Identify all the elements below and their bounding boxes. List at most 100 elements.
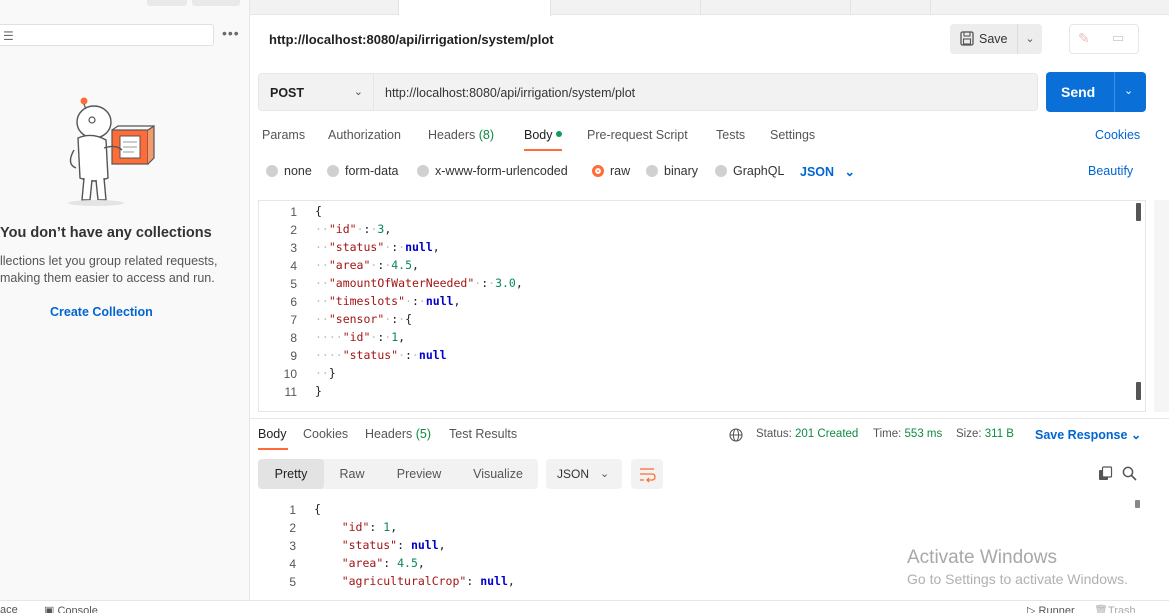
response-tab-test-results[interactable]: Test Results <box>449 427 517 441</box>
response-size[interactable]: Size: 311 B <box>956 428 1014 440</box>
tab-tests[interactable]: Tests <box>716 128 745 142</box>
pencil-icon[interactable]: ✎ <box>1078 30 1090 47</box>
method-select[interactable]: POST ⌄ <box>258 73 373 111</box>
line-number-gutter: 1 2 3 4 5 6 7 8 9 10 11 <box>259 201 311 411</box>
code-line: { <box>314 502 321 516</box>
code-line: ··"sensor"·:·{ <box>315 312 412 326</box>
body-indicator-dot <box>555 131 562 137</box>
time-label: Time: <box>873 428 902 440</box>
line-number: 2 <box>289 521 296 535</box>
response-divider[interactable] <box>250 418 1169 419</box>
tab-headers[interactable]: Headers (8) <box>428 128 494 142</box>
radio-x-www-form-urlencoded[interactable]: x-www-form-urlencoded <box>417 164 568 178</box>
url-input[interactable]: http://localhost:8080/api/irrigation/sys… <box>373 73 1038 111</box>
radio-icon <box>327 165 339 177</box>
copy-icon[interactable] <box>1098 466 1113 481</box>
console-icon: ▣ <box>44 605 55 613</box>
radio-icon <box>266 165 278 177</box>
radio-binary[interactable]: binary <box>646 164 698 178</box>
activate-windows-subtitle: Go to Settings to activate Windows. <box>907 571 1128 587</box>
request-tab[interactable] <box>701 0 851 15</box>
radio-label: GraphQL <box>733 164 785 178</box>
globe-icon[interactable] <box>729 428 743 442</box>
line-number: 5 <box>289 575 296 589</box>
request-tabs-bar <box>250 0 1169 16</box>
send-dropdown-chevron-icon[interactable]: ⌄ <box>1124 84 1133 97</box>
response-active-tab-underline <box>258 448 288 450</box>
request-tab[interactable] <box>851 0 931 15</box>
send-button[interactable]: Send ⌄ <box>1046 72 1146 112</box>
code-line: } <box>315 384 322 398</box>
response-format-select[interactable]: JSON ⌄ <box>546 459 622 489</box>
more-options-icon[interactable]: ••• <box>222 25 240 41</box>
tab-authorization[interactable]: Authorization <box>328 128 401 142</box>
save-response-button[interactable]: Save Response ⌄ <box>1035 427 1141 442</box>
sidebar-new-button[interactable] <box>147 0 187 6</box>
status-bar: ace ▣ Console ▷ Runner 🗑Trash <box>0 600 1169 613</box>
request-title[interactable]: http://localhost:8080/api/irrigation/sys… <box>269 32 554 47</box>
body-format-select[interactable]: JSON ⌄ <box>800 164 855 179</box>
statusbar-runner[interactable]: ▷ Runner <box>1027 604 1075 613</box>
line-number: 2 <box>290 223 297 237</box>
statusbar-trash[interactable]: 🗑Trash <box>1094 604 1136 613</box>
code-line: ····"status"·:·null <box>315 348 447 362</box>
save-response-label: Save Response <box>1035 428 1128 442</box>
statusbar-console[interactable]: ▣ Console <box>44 604 98 613</box>
code-line: { <box>315 204 322 218</box>
tab-body[interactable]: Body <box>524 128 562 142</box>
empty-desc-line: making them easier to access and run. <box>0 271 215 285</box>
line-number: 7 <box>290 313 297 327</box>
line-number-gutter: 1 2 3 4 5 <box>258 500 310 596</box>
editor-scrollbar-thumb[interactable] <box>1136 382 1141 400</box>
sidebar-filter-input[interactable]: ☰ <box>0 24 214 46</box>
code-line: ··"timeslots"·:·null, <box>315 294 461 308</box>
tab-settings[interactable]: Settings <box>770 128 815 142</box>
request-body-editor[interactable]: 1 2 3 4 5 6 7 8 9 10 11 { ··"id"·:·3, ··… <box>258 200 1146 412</box>
comment-icon[interactable]: ▭ <box>1112 30 1124 46</box>
trash-icon: 🗑 <box>1094 605 1108 613</box>
tab-body-label: Body <box>524 128 553 142</box>
response-scrollbar-thumb[interactable] <box>1135 500 1140 508</box>
response-tab-body[interactable]: Body <box>258 427 287 441</box>
send-button-label: Send <box>1061 84 1096 100</box>
request-tab[interactable] <box>250 0 399 15</box>
radio-selected-icon <box>592 165 604 177</box>
request-tab[interactable] <box>551 0 701 15</box>
save-button[interactable]: Save <box>950 24 1018 54</box>
radio-raw[interactable]: raw <box>592 164 630 178</box>
empty-collections-title: You don’t have any collections <box>0 225 212 241</box>
radio-form-data[interactable]: form-data <box>327 164 399 178</box>
radio-none[interactable]: none <box>266 164 312 178</box>
sidebar-import-button[interactable] <box>192 0 240 6</box>
view-preview[interactable]: Preview <box>380 459 458 489</box>
search-icon[interactable] <box>1122 466 1137 481</box>
response-status[interactable]: Status: 201 Created <box>756 428 858 440</box>
beautify-link[interactable]: Beautify <box>1088 164 1133 178</box>
editor-scrollbar-thumb[interactable] <box>1136 203 1141 221</box>
view-visualize[interactable]: Visualize <box>458 459 538 489</box>
sidebar: ☰ ••• You don’t have any collections lle… <box>0 0 250 600</box>
wrap-lines-button[interactable] <box>631 459 663 489</box>
tab-params[interactable]: Params <box>262 128 305 142</box>
response-headers-count: (5) <box>415 427 432 441</box>
tab-pre-request-script[interactable]: Pre-request Script <box>587 128 688 142</box>
request-tab-active[interactable] <box>399 0 551 16</box>
response-tab-headers[interactable]: Headers (5) <box>365 427 431 441</box>
response-tab-cookies[interactable]: Cookies <box>303 427 348 441</box>
view-pretty[interactable]: Pretty <box>258 459 324 489</box>
view-raw[interactable]: Raw <box>324 459 380 489</box>
statusbar-workspace[interactable]: ace <box>0 604 18 613</box>
headers-count: (8) <box>478 128 495 142</box>
cookies-link[interactable]: Cookies <box>1095 128 1140 142</box>
radio-label: form-data <box>345 164 399 178</box>
time-value: 553 ms <box>904 428 943 440</box>
create-collection-link[interactable]: Create Collection <box>50 305 153 319</box>
chevron-down-icon: ⌄ <box>1130 428 1142 442</box>
code-line: "status": null, <box>341 538 446 552</box>
line-number: 9 <box>290 349 297 363</box>
editor-outer-scrollbar[interactable] <box>1154 200 1169 412</box>
line-number: 3 <box>289 539 296 553</box>
save-dropdown-chevron-icon[interactable]: ⌄ <box>1018 24 1042 54</box>
response-time[interactable]: Time: 553 ms <box>873 428 942 440</box>
radio-graphql[interactable]: GraphQL <box>715 164 784 178</box>
